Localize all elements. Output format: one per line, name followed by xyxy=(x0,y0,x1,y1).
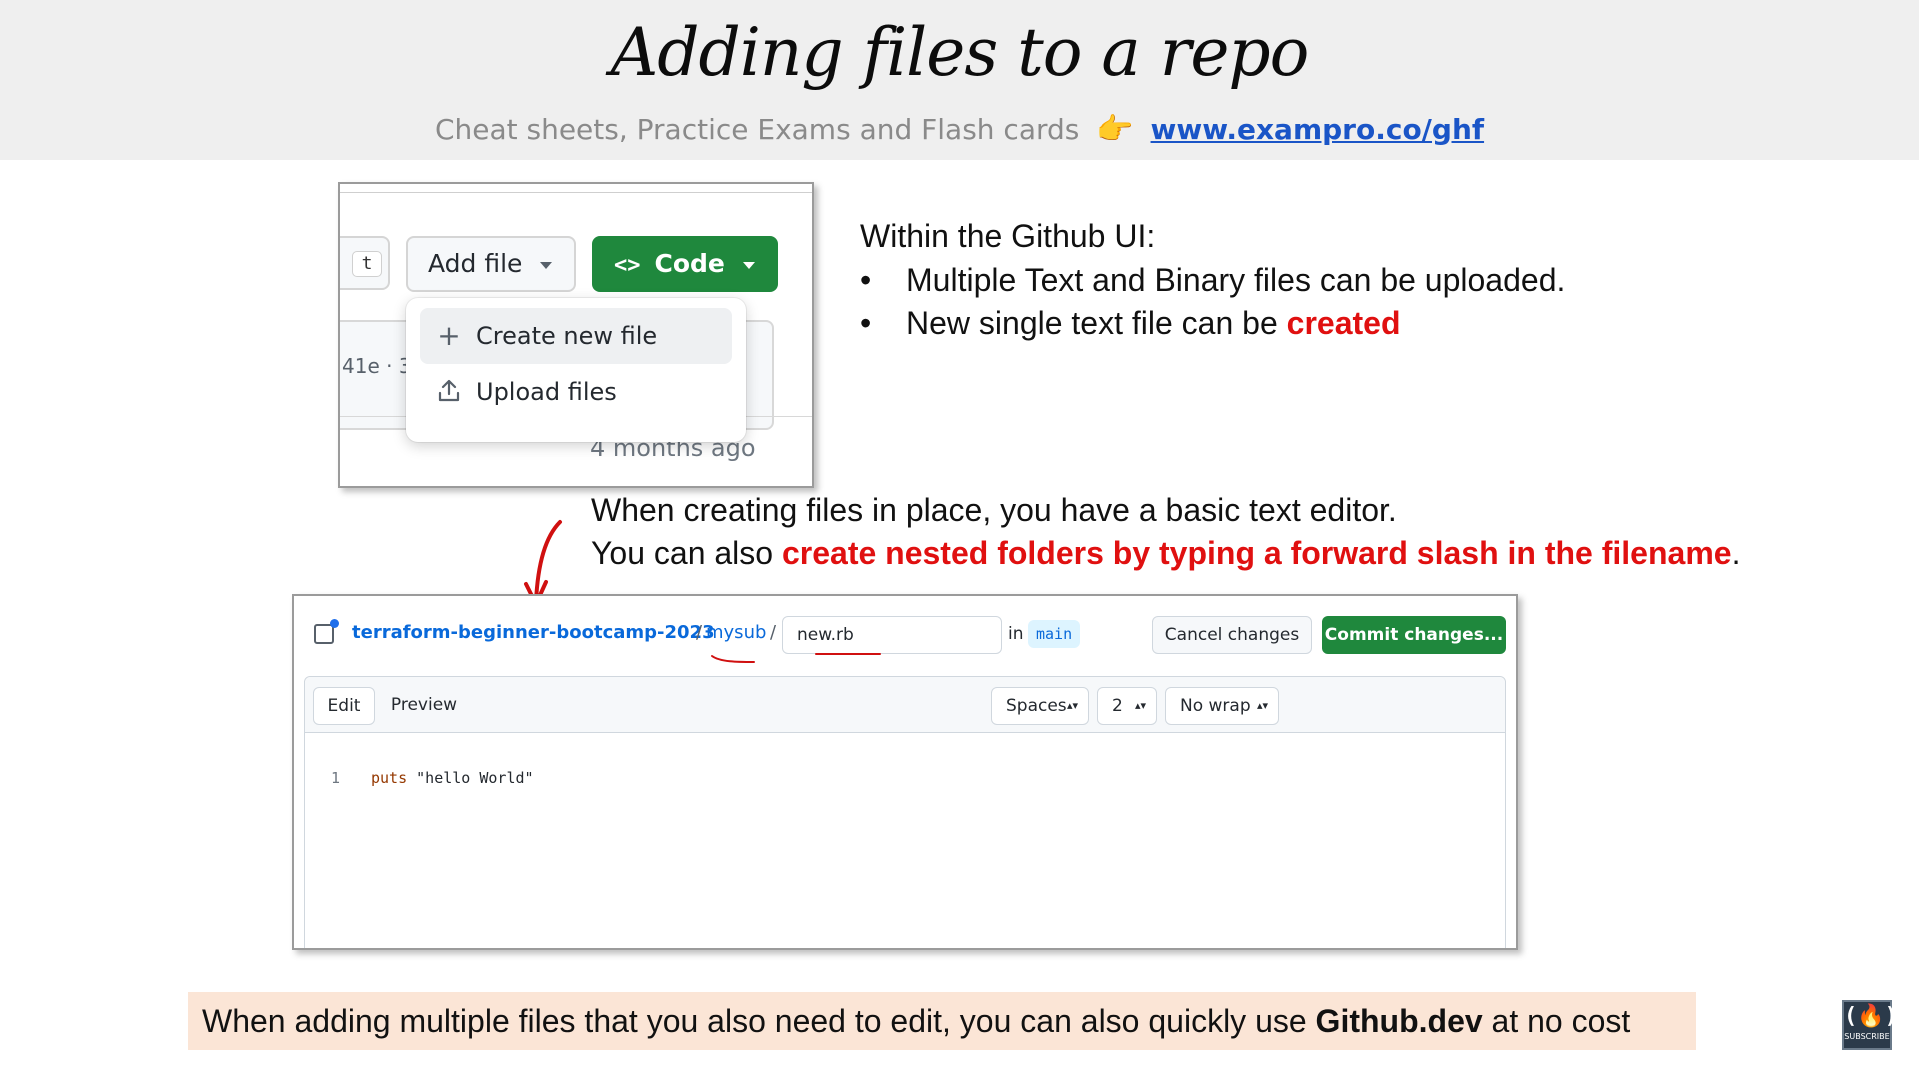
bullet-dot: • xyxy=(860,262,872,298)
menu-item-create-new-file[interactable]: + Create new file xyxy=(420,308,732,364)
updown-icon: ▴▾ xyxy=(1134,699,1146,712)
t-shortcut-chip: t xyxy=(352,251,382,277)
code-icon: <> xyxy=(614,253,641,278)
add-file-label: Add file xyxy=(428,249,523,278)
branch-badge: main xyxy=(1028,620,1081,648)
tab-edit[interactable]: Edit xyxy=(313,687,375,725)
path-separator: / xyxy=(696,622,703,643)
fire-icon: (🔥) xyxy=(1844,1004,1898,1029)
para2-suffix: . xyxy=(1731,535,1741,571)
cancel-changes-button[interactable]: Cancel changes xyxy=(1152,616,1312,654)
caret-down-icon xyxy=(742,261,755,269)
code-label: Code xyxy=(654,249,725,278)
updown-icon: ▴▾ xyxy=(1256,699,1268,712)
para2-emphasis: create nested folders by typing a forwar… xyxy=(781,535,1732,571)
logo-subscribe-label: SUBSCRIBE xyxy=(1844,1032,1890,1041)
go-to-file-button[interactable]: t xyxy=(340,236,390,290)
indent-size-select[interactable]: 2 ▴▾ xyxy=(1097,687,1157,725)
bottom-banner: When adding multiple files that you also… xyxy=(188,992,1696,1050)
underline-annotation xyxy=(711,655,755,663)
exampro-link[interactable]: www.exampro.co/ghf xyxy=(1151,113,1485,146)
code-button[interactable]: <> Code xyxy=(592,236,778,292)
editor-screenshot: terraform-beginner-bootcamp-2023 / mysub… xyxy=(292,594,1518,950)
divider xyxy=(340,192,812,193)
underline-annotation xyxy=(815,653,881,655)
pointing-hand-icon: 👉 xyxy=(1096,112,1134,147)
menu-item-label: Create new file xyxy=(476,322,658,350)
para2-prefix: You can also xyxy=(591,535,782,571)
code-keyword: puts xyxy=(371,769,408,787)
menu-item-label: Upload files xyxy=(476,378,617,406)
banner-suffix: at no cost xyxy=(1482,1003,1631,1039)
subfolder-link[interactable]: mysub xyxy=(706,622,766,643)
upload-icon xyxy=(436,364,462,423)
subline-text: Cheat sheets, Practice Exams and Flash c… xyxy=(434,113,1080,146)
banner-prefix: When adding multiple files that you also… xyxy=(202,1003,1316,1039)
code-line: puts "hello World" xyxy=(371,769,534,787)
subline: Cheat sheets, Practice Exams and Flash c… xyxy=(0,112,1919,147)
commit-hash: 41e · 3 xyxy=(342,354,412,378)
add-file-screenshot: t 41e · 3 4 months ago Add file <> Code +… xyxy=(338,182,814,488)
repo-link[interactable]: terraform-beginner-bootcamp-2023 xyxy=(352,622,715,643)
in-label: in xyxy=(1008,624,1024,644)
editor-note-line-1: When creating files in place, you have a… xyxy=(591,492,1397,528)
indent-mode-select[interactable]: Spaces ▴▾ xyxy=(991,687,1089,725)
bullet-dot: • xyxy=(860,305,872,341)
bullet-1-text: Multiple Text and Binary files can be up… xyxy=(906,262,1566,298)
editor-toolbar: Edit Preview Spaces ▴▾ 2 ▴▾ No wrap ▴▾ xyxy=(305,677,1505,733)
notes-heading: Within the Github UI: xyxy=(860,218,1156,254)
editor-note-line-2: You can also create nested folders by ty… xyxy=(591,535,1740,572)
wrap-mode-select[interactable]: No wrap ▴▾ xyxy=(1165,687,1279,725)
plus-icon: + xyxy=(437,319,461,352)
tab-preview[interactable]: Preview xyxy=(383,687,465,725)
add-file-menu: + Create new file Upload files xyxy=(406,298,746,442)
menu-item-upload-files[interactable]: Upload files xyxy=(420,364,732,420)
code-string: "hello World" xyxy=(407,769,534,787)
add-file-button[interactable]: Add file xyxy=(406,236,576,292)
caret-down-icon xyxy=(540,261,553,269)
header-band: Adding files to a repo Cheat sheets, Pra… xyxy=(0,0,1919,160)
updown-icon: ▴▾ xyxy=(1066,699,1078,712)
indent-mode-value: Spaces xyxy=(1006,696,1067,716)
bullet-2-emphasis: created xyxy=(1286,305,1401,341)
slide-title: Adding files to a repo xyxy=(610,14,1310,91)
bullet-2-text: New single text file can be created xyxy=(906,305,1400,342)
indent-size-value: 2 xyxy=(1112,696,1123,716)
repo-icon xyxy=(314,619,339,644)
line-number: 1 xyxy=(331,769,341,787)
commit-changes-button[interactable]: Commit changes... xyxy=(1322,616,1506,654)
code-editor[interactable]: Edit Preview Spaces ▴▾ 2 ▴▾ No wrap ▴▾ 1 pu… xyxy=(304,676,1506,948)
wrap-mode-value: No wrap xyxy=(1180,696,1251,716)
bullet-2-prefix: New single text file can be xyxy=(906,305,1287,341)
banner-emphasis: Github.dev xyxy=(1315,1003,1483,1039)
path-separator: / xyxy=(770,622,777,643)
subscribe-logo[interactable]: (🔥) SUBSCRIBE xyxy=(1842,1000,1898,1050)
